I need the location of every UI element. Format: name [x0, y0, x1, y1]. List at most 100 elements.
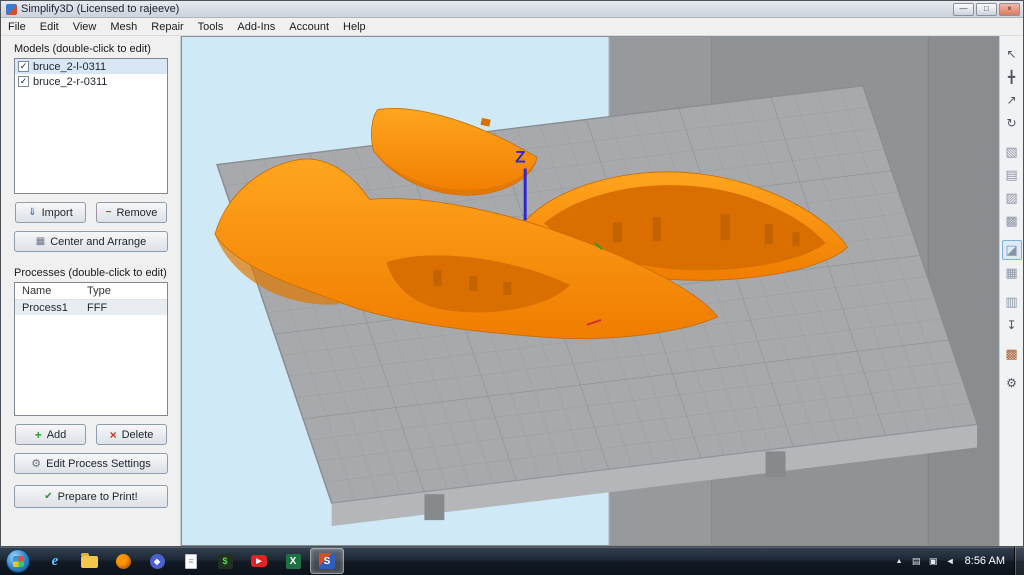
minimize-button[interactable]: —: [953, 3, 974, 16]
menu-edit[interactable]: Edit: [33, 18, 66, 35]
add-process-button[interactable]: + Add: [15, 424, 86, 445]
remove-button[interactable]: − Remove: [96, 202, 167, 223]
center-arrange-label: Center and Arrange: [50, 236, 146, 248]
system-tray: ▲ ▤ ▣ ◄ 8:56 AM: [891, 547, 1024, 575]
window-title: Simplify3D (Licensed to rajeeve): [21, 3, 953, 15]
support-tool-icon[interactable]: ↧: [1002, 315, 1022, 335]
check-icon: ✓: [20, 77, 28, 86]
menu-tools[interactable]: Tools: [191, 18, 231, 35]
models-section-label: Models (double-click to edit): [14, 43, 168, 55]
bed-leg: [766, 451, 786, 477]
start-button[interactable]: [6, 549, 30, 573]
youtube-icon: ▶: [251, 555, 267, 567]
column-type: Type: [87, 285, 111, 297]
model-checkbox[interactable]: ✓: [18, 76, 29, 87]
close-button[interactable]: ×: [999, 3, 1020, 16]
process-table[interactable]: Name Type Process1 FFF: [14, 282, 168, 416]
media-app-icon: ◆: [150, 554, 165, 569]
delete-icon: ×: [110, 430, 117, 440]
excel-icon: X: [286, 554, 301, 569]
cross-section-tool-icon[interactable]: ◪: [1002, 240, 1022, 260]
taskbar: e ◆ ≡ $ ▶ X S: [0, 547, 1024, 575]
maximize-button[interactable]: □: [976, 3, 997, 16]
simplify3d-window: Simplify3D (Licensed to rajeeve) — □ × F…: [0, 0, 1024, 547]
terminal-icon: $: [218, 554, 233, 569]
hidden-icons-chevron[interactable]: ▲: [891, 551, 908, 571]
taskbar-apps: e ◆ ≡ $ ▶ X S: [38, 547, 344, 575]
import-icon: ⇓: [28, 208, 36, 218]
taskbar-browser[interactable]: [106, 548, 140, 574]
window-controls: — □ ×: [953, 3, 1020, 16]
import-button[interactable]: ⇓ Import: [15, 202, 86, 223]
menu-account[interactable]: Account: [282, 18, 336, 35]
menu-view[interactable]: View: [66, 18, 104, 35]
view-cube-front-icon[interactable]: ▧: [1002, 142, 1022, 162]
taskbar-simplify3d-active[interactable]: S: [310, 548, 344, 574]
taskbar-youtube[interactable]: ▶: [242, 548, 276, 574]
left-panel: Models (double-click to edit) ✓ bruce_2-…: [1, 36, 181, 546]
model-list-item[interactable]: ✓ bruce_2-l-0311: [15, 59, 167, 74]
delete-label: Delete: [122, 429, 154, 441]
model-list-item[interactable]: ✓ bruce_2-r-0311: [15, 74, 167, 89]
settings-tool-icon[interactable]: ⚙: [1002, 373, 1022, 393]
prepare-to-print-button[interactable]: ✔ Prepare to Print!: [14, 485, 168, 508]
titlebar[interactable]: Simplify3D (Licensed to rajeeve) — □ ×: [1, 1, 1023, 18]
show-desktop-button[interactable]: [1014, 547, 1024, 575]
rotate-tool-icon[interactable]: ↻: [1002, 113, 1022, 133]
taskbar-clock[interactable]: 8:56 AM: [959, 555, 1014, 567]
folder-icon: [81, 556, 98, 568]
move-tool-icon[interactable]: ╋: [1002, 67, 1022, 87]
view-cube-iso-icon[interactable]: ▩: [1002, 211, 1022, 231]
volume-icon[interactable]: ◄: [942, 551, 959, 571]
browser-icon: [116, 554, 131, 569]
main-content: Models (double-click to edit) ✓ bruce_2-…: [1, 36, 1023, 546]
center-and-arrange-button[interactable]: ▦ Center and Arrange: [14, 231, 168, 252]
taskbar-terminal[interactable]: $: [208, 548, 242, 574]
taskbar-excel[interactable]: X: [276, 548, 310, 574]
right-toolbar: ↖ ╋ ↗ ↻ ▧ ▤ ▨ ▩ ◪ ▦ ▥ ↧ ▩ ⚙: [999, 36, 1023, 546]
viewport-3d[interactable]: Z: [181, 36, 999, 546]
scale-tool-icon[interactable]: ↗: [1002, 90, 1022, 110]
view-cube-side-icon[interactable]: ▨: [1002, 188, 1022, 208]
add-label: Add: [47, 429, 67, 441]
support-structures-tool-icon[interactable]: ▩: [1002, 344, 1022, 364]
process-buttons: + Add × Delete: [14, 424, 168, 445]
delete-process-button[interactable]: × Delete: [96, 424, 167, 445]
model-checkbox[interactable]: ✓: [18, 61, 29, 72]
view-cube-top-icon[interactable]: ▤: [1002, 165, 1022, 185]
import-label: Import: [42, 207, 73, 219]
process-row[interactable]: Process1 FFF: [15, 300, 167, 315]
menu-repair[interactable]: Repair: [144, 18, 190, 35]
windows-logo-icon: [13, 556, 24, 567]
taskbar-media-app[interactable]: ◆: [140, 548, 174, 574]
app-icon: [6, 4, 17, 15]
prepare-label: Prepare to Print!: [58, 491, 138, 503]
menu-file[interactable]: File: [1, 18, 33, 35]
network-icon[interactable]: ▣: [925, 551, 942, 571]
view-cube-reset-icon[interactable]: ▦: [1002, 263, 1022, 283]
models-buttons: ⇓ Import − Remove: [14, 202, 168, 223]
simplify3d-icon: S: [319, 553, 335, 569]
process-type: FFF: [87, 302, 107, 314]
remove-icon: −: [106, 208, 112, 218]
models-list[interactable]: ✓ bruce_2-l-0311 ✓ bruce_2-r-0311: [14, 58, 168, 194]
internet-explorer-icon: e: [47, 554, 63, 569]
taskbar-windows-explorer[interactable]: [72, 548, 106, 574]
edit-process-settings-button[interactable]: ⚙ Edit Process Settings: [14, 453, 168, 474]
process-name: Process1: [15, 302, 87, 314]
check-icon: ✓: [20, 62, 28, 71]
model-name: bruce_2-l-0311: [33, 61, 106, 73]
menu-help[interactable]: Help: [336, 18, 373, 35]
taskbar-internet-explorer[interactable]: e: [38, 548, 72, 574]
screen: Simplify3D (Licensed to rajeeve) — □ × F…: [0, 0, 1024, 575]
gear-icon: ⚙: [31, 459, 41, 469]
select-tool-icon[interactable]: ↖: [1002, 44, 1022, 64]
remove-label: Remove: [116, 207, 157, 219]
menu-addins[interactable]: Add-Ins: [230, 18, 282, 35]
center-arrange-icon: ▦: [36, 237, 45, 247]
ime-indicator-icon[interactable]: ▤: [908, 551, 925, 571]
taskbar-notepad[interactable]: ≡: [174, 548, 208, 574]
menu-mesh[interactable]: Mesh: [103, 18, 144, 35]
machine-control-tool-icon[interactable]: ▥: [1002, 292, 1022, 312]
edit-process-label: Edit Process Settings: [46, 458, 151, 470]
